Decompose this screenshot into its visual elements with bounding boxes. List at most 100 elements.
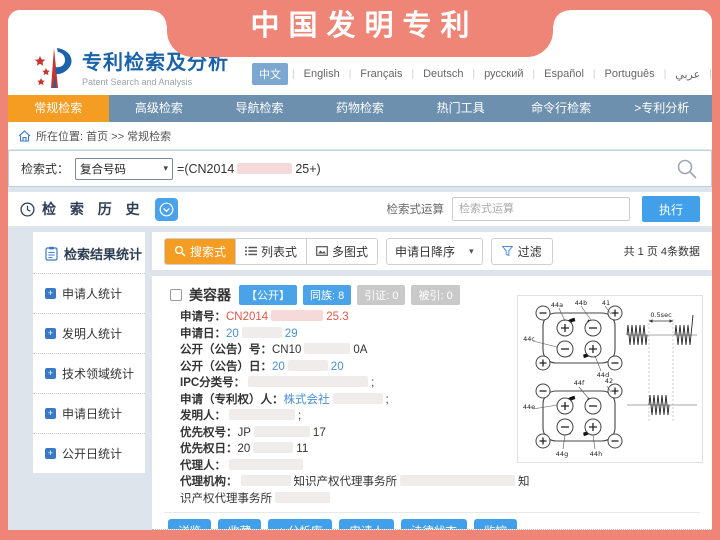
action-button[interactable]: 详览 xyxy=(168,519,211,530)
field-value: 11 xyxy=(296,443,308,455)
nav-tab-导航检索[interactable]: 导航检索 xyxy=(209,95,310,122)
field-row: 优先权日：20 11 xyxy=(180,441,534,458)
field-value: 20 xyxy=(272,361,285,373)
banner-corner-right xyxy=(553,10,569,26)
action-button[interactable]: 法律状态 xyxy=(401,519,467,530)
language-item[interactable]: عربي xyxy=(670,66,705,83)
patent-figure-svg: 44a 44b 41 44c 44d 44e 44f 42 44g 44h 0.… xyxy=(521,299,699,459)
nav-tab-药物检索[interactable]: 药物检索 xyxy=(310,95,411,122)
language-item[interactable]: English xyxy=(299,66,345,82)
image-icon xyxy=(316,246,328,256)
search-label: 检索式： xyxy=(21,160,69,177)
search-type-select[interactable]: 复合号码 ▾ xyxy=(75,158,173,180)
result-actions: 详览收藏 + 分析库申请人法律状态监控 xyxy=(168,519,700,530)
language-item[interactable]: русский xyxy=(479,66,528,82)
filter-button[interactable]: 过滤 xyxy=(491,238,553,265)
chevron-down-icon xyxy=(159,202,174,217)
sidebar-item-label: 发明人统计 xyxy=(62,325,122,342)
nav-tab-常规检索[interactable]: 常规检索 xyxy=(8,95,109,122)
field-label: 发明人： xyxy=(180,410,226,422)
plus-icon: + xyxy=(45,408,56,419)
result-checkbox[interactable] xyxy=(170,289,182,301)
redacted-text xyxy=(237,163,292,174)
query-prefix: =(CN2014 xyxy=(177,162,234,176)
redacted-text xyxy=(333,393,383,404)
sort-value: 申请日降序 xyxy=(395,243,455,260)
field-value: ; xyxy=(298,410,301,422)
sidebar-item[interactable]: +申请人统计 xyxy=(33,273,145,313)
action-button[interactable]: 监控 xyxy=(474,519,517,530)
view-search-button[interactable]: 搜索式 xyxy=(165,239,235,264)
redacted-text xyxy=(229,409,295,420)
status-badge: 被引: 0 xyxy=(411,285,459,305)
list-icon xyxy=(245,246,257,256)
redacted-text xyxy=(253,442,293,453)
field-label: 代理机构： xyxy=(180,476,238,488)
field-label: 申请（专利权）人： xyxy=(180,394,284,406)
banner-corner-left xyxy=(151,10,167,26)
language-separator: | xyxy=(349,69,352,80)
execute-button[interactable]: 执行 xyxy=(642,196,700,222)
field-row: 代理人： xyxy=(180,458,534,475)
nav-tab->专利分析[interactable]: >专利分析 xyxy=(611,95,712,122)
main-content: 搜索式 列表式 xyxy=(152,232,712,530)
sidebar-item[interactable]: +技术领域统计 xyxy=(33,353,145,393)
search-query[interactable]: =(CN2014 25+) xyxy=(177,162,321,176)
nav-tab-高级检索[interactable]: 高级检索 xyxy=(109,95,210,122)
operation-input[interactable] xyxy=(452,197,630,221)
result-badges: 【公开】同族: 8引证: 0被引: 0 xyxy=(239,285,466,305)
field-label: 公开（公告）日： xyxy=(180,361,272,373)
field-label: IPC分类号： xyxy=(180,377,245,389)
action-button[interactable]: 收藏 xyxy=(218,519,261,530)
nav-tab-热门工具[interactable]: 热门工具 xyxy=(410,95,511,122)
language-item[interactable]: Deutsch xyxy=(418,66,468,82)
language-item[interactable]: Español xyxy=(539,66,589,82)
view-list-label: 列表式 xyxy=(261,243,297,260)
figure-label: 0.5sec xyxy=(650,311,672,319)
language-item[interactable]: 中文 xyxy=(252,63,288,85)
history-expand-button[interactable] xyxy=(155,198,178,221)
field-row: 代理机构：知识产权代理事务所知识产权代理事务所 xyxy=(180,474,534,507)
sidebar-item[interactable]: +申请日统计 xyxy=(33,393,145,433)
status-badge: 引证: 0 xyxy=(357,285,405,305)
action-button[interactable]: + 分析库 xyxy=(268,519,332,530)
view-search-label: 搜索式 xyxy=(190,243,226,260)
plus-icon: + xyxy=(45,328,56,339)
page-body: 专利检索及分析 Patent Search and Analysis 中文|En… xyxy=(8,10,712,530)
sidebar-item[interactable]: + 发明人统计 xyxy=(33,313,145,353)
sidebar-item[interactable]: +公开日统计 xyxy=(33,433,145,473)
redacted-text xyxy=(248,376,368,387)
search-icon[interactable] xyxy=(675,157,699,181)
field-value: CN2014 xyxy=(226,311,268,323)
field-row: 公开（公告）号：CN100A xyxy=(180,342,534,359)
view-list-button[interactable]: 列表式 xyxy=(235,239,306,264)
figure-label: 44f xyxy=(574,379,585,387)
action-button[interactable]: 申请人 xyxy=(339,519,394,530)
field-value: 知识产权代理事务所 xyxy=(294,476,398,488)
figure-label: 42 xyxy=(605,377,613,385)
search-bar: 检索式： 复合号码 ▾ =(CN2014 25+) xyxy=(8,150,712,187)
field-label: 优先权日： xyxy=(180,443,238,455)
figure-label: 44h xyxy=(590,450,602,458)
language-item[interactable]: Português xyxy=(600,66,660,82)
sort-dropdown[interactable]: 申请日降序 ▾ xyxy=(386,238,483,265)
redacted-text xyxy=(271,310,323,321)
field-row: IPC分类号：; xyxy=(180,375,534,392)
status-badge: 同族: 8 xyxy=(303,285,351,305)
sidebar-header: 检索结果统计 xyxy=(33,232,145,273)
plus-icon: + xyxy=(45,288,56,299)
patent-drawing[interactable]: 44a 44b 41 44c 44d 44e 44f 42 44g 44h 0.… xyxy=(517,295,703,463)
operation-label: 检索式运算 xyxy=(387,201,445,217)
clock-icon xyxy=(20,202,35,217)
language-item[interactable]: Français xyxy=(355,66,407,82)
filter-icon xyxy=(502,246,513,256)
field-value: 株式会社 xyxy=(284,394,330,406)
nav-tab-命令行检索[interactable]: 命令行检索 xyxy=(511,95,612,122)
redacted-text xyxy=(288,360,328,371)
view-multi-button[interactable]: 多图式 xyxy=(306,239,377,264)
filter-label: 过滤 xyxy=(518,243,542,260)
breadcrumb-text: 所在位置: 首页 >> 常规检索 xyxy=(36,128,171,144)
field-value: 20 xyxy=(226,328,239,340)
field-value: 20 xyxy=(238,443,251,455)
figure-label: 44e xyxy=(523,403,535,411)
